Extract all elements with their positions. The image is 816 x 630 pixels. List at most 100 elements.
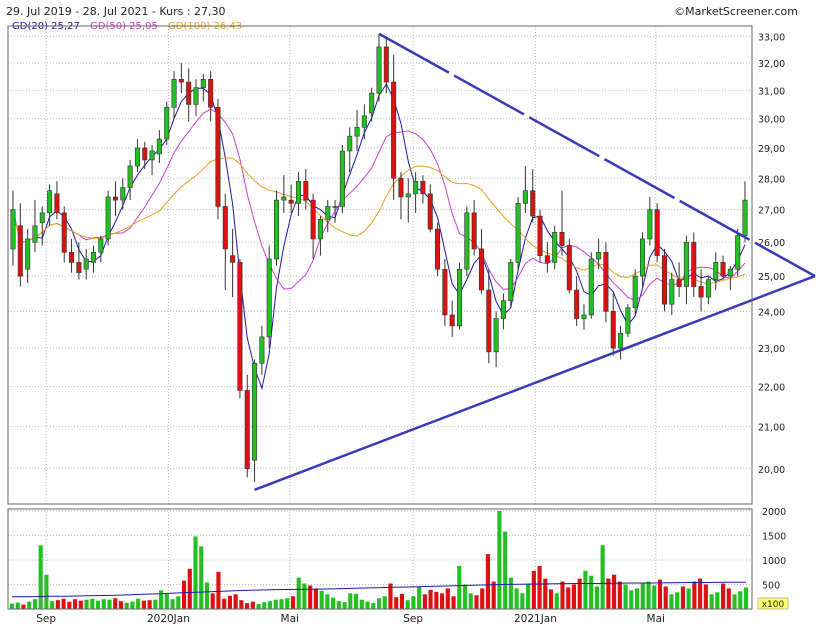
volume-bar	[698, 578, 703, 609]
volume-bar	[216, 571, 221, 609]
candle-body	[618, 332, 624, 349]
volume-bar	[50, 601, 55, 609]
volume-bar	[296, 577, 301, 609]
volume-bar	[462, 584, 468, 609]
volume-bar	[526, 583, 531, 609]
candle-body	[149, 150, 155, 161]
candle-body	[274, 199, 280, 260]
volume-bar	[336, 601, 341, 609]
triangle-pattern	[254, 32, 816, 491]
volume-bar	[210, 593, 215, 609]
candle-body	[142, 147, 148, 161]
candle-body	[376, 46, 382, 94]
volume-bar	[663, 586, 668, 609]
candle-body	[310, 199, 316, 240]
volume-bar	[394, 597, 399, 609]
candle-body	[464, 212, 470, 270]
candle-body	[266, 258, 272, 338]
volume-bar	[680, 586, 685, 609]
volume-bar	[617, 581, 622, 609]
volume-bar	[503, 531, 508, 609]
volume-bar	[634, 588, 640, 609]
volume-bar	[279, 599, 284, 609]
candle-body	[500, 300, 506, 319]
candle-body	[713, 262, 719, 280]
candle-body	[244, 390, 250, 470]
candle-body	[661, 255, 667, 305]
candle-body	[691, 241, 697, 287]
candle-body	[10, 209, 16, 250]
volume-bar	[353, 593, 359, 609]
volume-bar	[130, 601, 135, 609]
volume-bar	[732, 594, 737, 609]
volume-unit-label: x100	[762, 600, 785, 610]
candle-body	[742, 199, 748, 236]
ma-line-gd20	[12, 83, 746, 391]
volume-bar	[652, 585, 657, 609]
candle-body	[442, 268, 448, 316]
volume-bar	[113, 598, 118, 609]
candle-body	[515, 202, 521, 263]
candle-body	[427, 193, 433, 230]
candle-body	[603, 251, 609, 312]
candle-body	[566, 245, 572, 291]
volume-bar	[422, 594, 427, 609]
volume-bar	[543, 578, 548, 609]
volume-bar	[480, 588, 485, 609]
volume-bar	[720, 583, 726, 609]
volume-bar	[147, 600, 152, 609]
volume-bar	[583, 570, 588, 609]
candle-body	[171, 79, 177, 108]
volume-bar	[170, 599, 175, 609]
volume-bar	[612, 574, 617, 609]
volume-bar	[285, 598, 290, 609]
candle-body	[369, 92, 375, 114]
volume-grid	[8, 510, 752, 585]
candle-body	[449, 314, 455, 327]
volume-bar	[124, 602, 129, 609]
price-tick-label: 25,00	[758, 272, 785, 283]
time-tick-label: 2020Jan	[147, 613, 190, 625]
candle-body	[413, 181, 419, 195]
candle-body	[127, 165, 133, 188]
candle-body	[105, 196, 111, 240]
candle-body	[735, 235, 741, 270]
volume-bar	[571, 584, 577, 609]
candle-body	[361, 115, 367, 128]
volume-bar	[646, 581, 651, 609]
candle-body	[625, 307, 631, 334]
volume-bar	[371, 603, 376, 609]
candle-body	[215, 106, 221, 207]
volume-bar	[623, 584, 628, 609]
candle-body	[54, 193, 60, 214]
volume-bar	[233, 594, 238, 609]
volume-panel-frame	[7, 508, 753, 610]
volume-bar	[250, 601, 255, 609]
volume-tick-label: 1500	[762, 532, 786, 543]
candle-body	[47, 190, 53, 214]
candle-body	[252, 362, 258, 461]
candle-body	[288, 199, 294, 204]
candle-body	[339, 150, 345, 207]
volume-bar	[594, 586, 599, 609]
volume-bar	[640, 583, 645, 609]
candle-body	[398, 177, 404, 198]
moving-averages	[12, 83, 746, 391]
volume-bar	[548, 589, 554, 609]
volume-bar	[290, 596, 296, 609]
volume-bar	[726, 588, 731, 609]
candle-body	[720, 262, 726, 277]
volume-bar	[193, 536, 198, 609]
volume-bar	[451, 596, 456, 609]
candle-body	[208, 79, 214, 108]
volume-bar	[55, 600, 60, 609]
candle-body	[178, 79, 184, 83]
volume-bar	[560, 581, 565, 609]
candle-body	[596, 251, 602, 260]
candle-body	[69, 251, 75, 263]
volume-bar	[67, 601, 72, 609]
volume-bar	[600, 545, 605, 609]
volume-bar	[709, 594, 714, 609]
candle-body	[588, 258, 594, 316]
candle-body	[632, 275, 638, 309]
